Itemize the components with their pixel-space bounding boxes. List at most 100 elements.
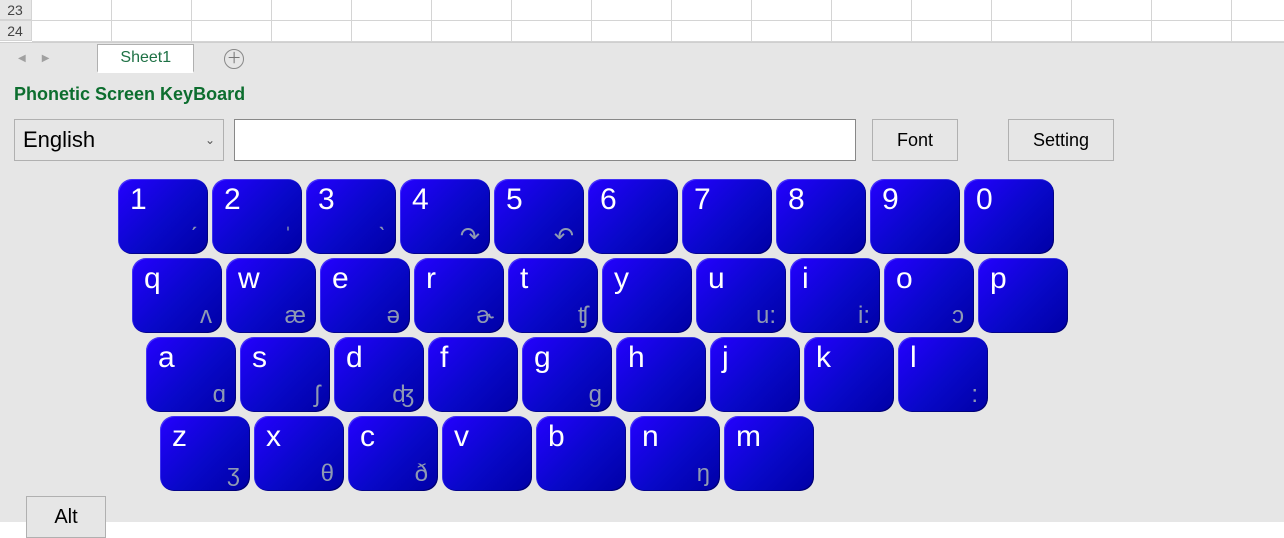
panel-title: Phonetic Screen KeyBoard — [14, 84, 1270, 105]
language-value: English — [23, 127, 95, 153]
key-main-label: h — [628, 341, 645, 375]
key-l[interactable]: l: — [898, 337, 988, 412]
key-r[interactable]: rɚ — [414, 258, 504, 333]
tab-prev-icon[interactable]: ◀ — [10, 53, 34, 64]
key-main-label: 2 — [224, 183, 241, 217]
key-a[interactable]: aɑ — [146, 337, 236, 412]
key-sub-label: ð — [415, 460, 428, 488]
key-z[interactable]: zʒ — [160, 416, 250, 491]
key-main-label: k — [816, 341, 831, 375]
row-header[interactable]: 24 — [0, 20, 32, 41]
row-header[interactable]: 23 — [0, 0, 32, 20]
tab-next-icon[interactable]: ▶ — [34, 53, 58, 64]
key-main-label: l — [910, 341, 917, 375]
key-sub-label: : — [971, 381, 978, 409]
key-2[interactable]: 2ˈ — [212, 179, 302, 254]
key-sub-label: ʒ — [227, 460, 240, 488]
plus-icon: ＋ — [227, 51, 242, 66]
key-sub-label: æ — [285, 302, 306, 330]
key-sub-label: ŋ — [697, 460, 710, 488]
key-main-label: 9 — [882, 183, 899, 217]
key-6[interactable]: 6 — [588, 179, 678, 254]
key-main-label: m — [736, 420, 761, 454]
key-main-label: n — [642, 420, 659, 454]
controls-row: English ⌄ Font Setting — [14, 119, 1270, 161]
key-e[interactable]: eə — [320, 258, 410, 333]
key-main-label: u — [708, 262, 725, 296]
key-9[interactable]: 9 — [870, 179, 960, 254]
phonetic-input[interactable] — [234, 119, 856, 161]
key-0[interactable]: 0 — [964, 179, 1054, 254]
key-h[interactable]: h — [616, 337, 706, 412]
key-sub-label: ɡ — [589, 381, 602, 409]
key-y[interactable]: y — [602, 258, 692, 333]
key-5[interactable]: 5↶ — [494, 179, 584, 254]
add-sheet-button[interactable]: ＋ — [224, 49, 244, 69]
key-n[interactable]: nŋ — [630, 416, 720, 491]
language-select[interactable]: English ⌄ — [14, 119, 224, 161]
key-q[interactable]: qʌ — [132, 258, 222, 333]
key-4[interactable]: 4↷ — [400, 179, 490, 254]
key-main-label: 8 — [788, 183, 805, 217]
sheet-tab[interactable]: Sheet1 — [97, 44, 194, 73]
virtual-keyboard: 1ˊ2ˈ3ˋ4↷5↶67890 qʌwæeərɚtʧyuu:ii:oɔp aɑs… — [118, 179, 1270, 491]
key-sub-label: ˊ — [190, 223, 198, 251]
key-main-label: w — [238, 262, 260, 296]
key-1[interactable]: 1ˊ — [118, 179, 208, 254]
key-sub-label: ʧ — [578, 302, 588, 330]
key-main-label: g — [534, 341, 551, 375]
key-main-label: z — [172, 420, 187, 454]
key-t[interactable]: tʧ — [508, 258, 598, 333]
key-s[interactable]: sʃ — [240, 337, 330, 412]
key-main-label: f — [440, 341, 448, 375]
key-p[interactable]: p — [978, 258, 1068, 333]
key-x[interactable]: xθ — [254, 416, 344, 491]
key-m[interactable]: m — [724, 416, 814, 491]
key-c[interactable]: cð — [348, 416, 438, 491]
key-main-label: 0 — [976, 183, 993, 217]
keyboard-row: 1ˊ2ˈ3ˋ4↷5↶67890 — [118, 179, 1270, 254]
key-o[interactable]: oɔ — [884, 258, 974, 333]
alt-button[interactable]: Alt — [26, 496, 106, 538]
key-k[interactable]: k — [804, 337, 894, 412]
key-g[interactable]: gɡ — [522, 337, 612, 412]
key-3[interactable]: 3ˋ — [306, 179, 396, 254]
key-main-label: o — [896, 262, 913, 296]
key-main-label: a — [158, 341, 175, 375]
key-sub-label: ˋ — [378, 223, 386, 251]
key-i[interactable]: ii: — [790, 258, 880, 333]
setting-button[interactable]: Setting — [1008, 119, 1114, 161]
key-sub-label: θ — [321, 460, 334, 488]
cell-grid — [32, 0, 1284, 42]
keyboard-row: qʌwæeərɚtʧyuu:ii:oɔp — [132, 258, 1270, 333]
key-j[interactable]: j — [710, 337, 800, 412]
key-sub-label: ɚ — [476, 302, 494, 330]
key-main-label: 7 — [694, 183, 711, 217]
keyboard-row: aɑsʃdʤfgɡhjkl: — [146, 337, 1270, 412]
key-main-label: s — [252, 341, 267, 375]
key-main-label: i — [802, 262, 809, 296]
key-sub-label: u: — [756, 302, 776, 330]
key-7[interactable]: 7 — [682, 179, 772, 254]
key-main-label: 3 — [318, 183, 335, 217]
key-sub-label: ɑ — [213, 381, 226, 409]
key-main-label: b — [548, 420, 565, 454]
key-main-label: j — [722, 341, 729, 375]
key-sub-label: ˈ — [284, 223, 292, 251]
key-main-label: q — [144, 262, 161, 296]
keyboard-row: zʒxθcðvbnŋm — [160, 416, 1270, 491]
spreadsheet-grid-strip: 23 24 — [0, 0, 1284, 42]
key-main-label: t — [520, 262, 528, 296]
key-sub-label: ↶ — [554, 222, 574, 251]
key-8[interactable]: 8 — [776, 179, 866, 254]
key-v[interactable]: v — [442, 416, 532, 491]
key-w[interactable]: wæ — [226, 258, 316, 333]
key-b[interactable]: b — [536, 416, 626, 491]
key-f[interactable]: f — [428, 337, 518, 412]
font-button[interactable]: Font — [872, 119, 958, 161]
key-main-label: 1 — [130, 183, 147, 217]
key-main-label: e — [332, 262, 349, 296]
key-u[interactable]: u u: — [696, 258, 786, 333]
key-d[interactable]: dʤ — [334, 337, 424, 412]
key-main-label: d — [346, 341, 363, 375]
